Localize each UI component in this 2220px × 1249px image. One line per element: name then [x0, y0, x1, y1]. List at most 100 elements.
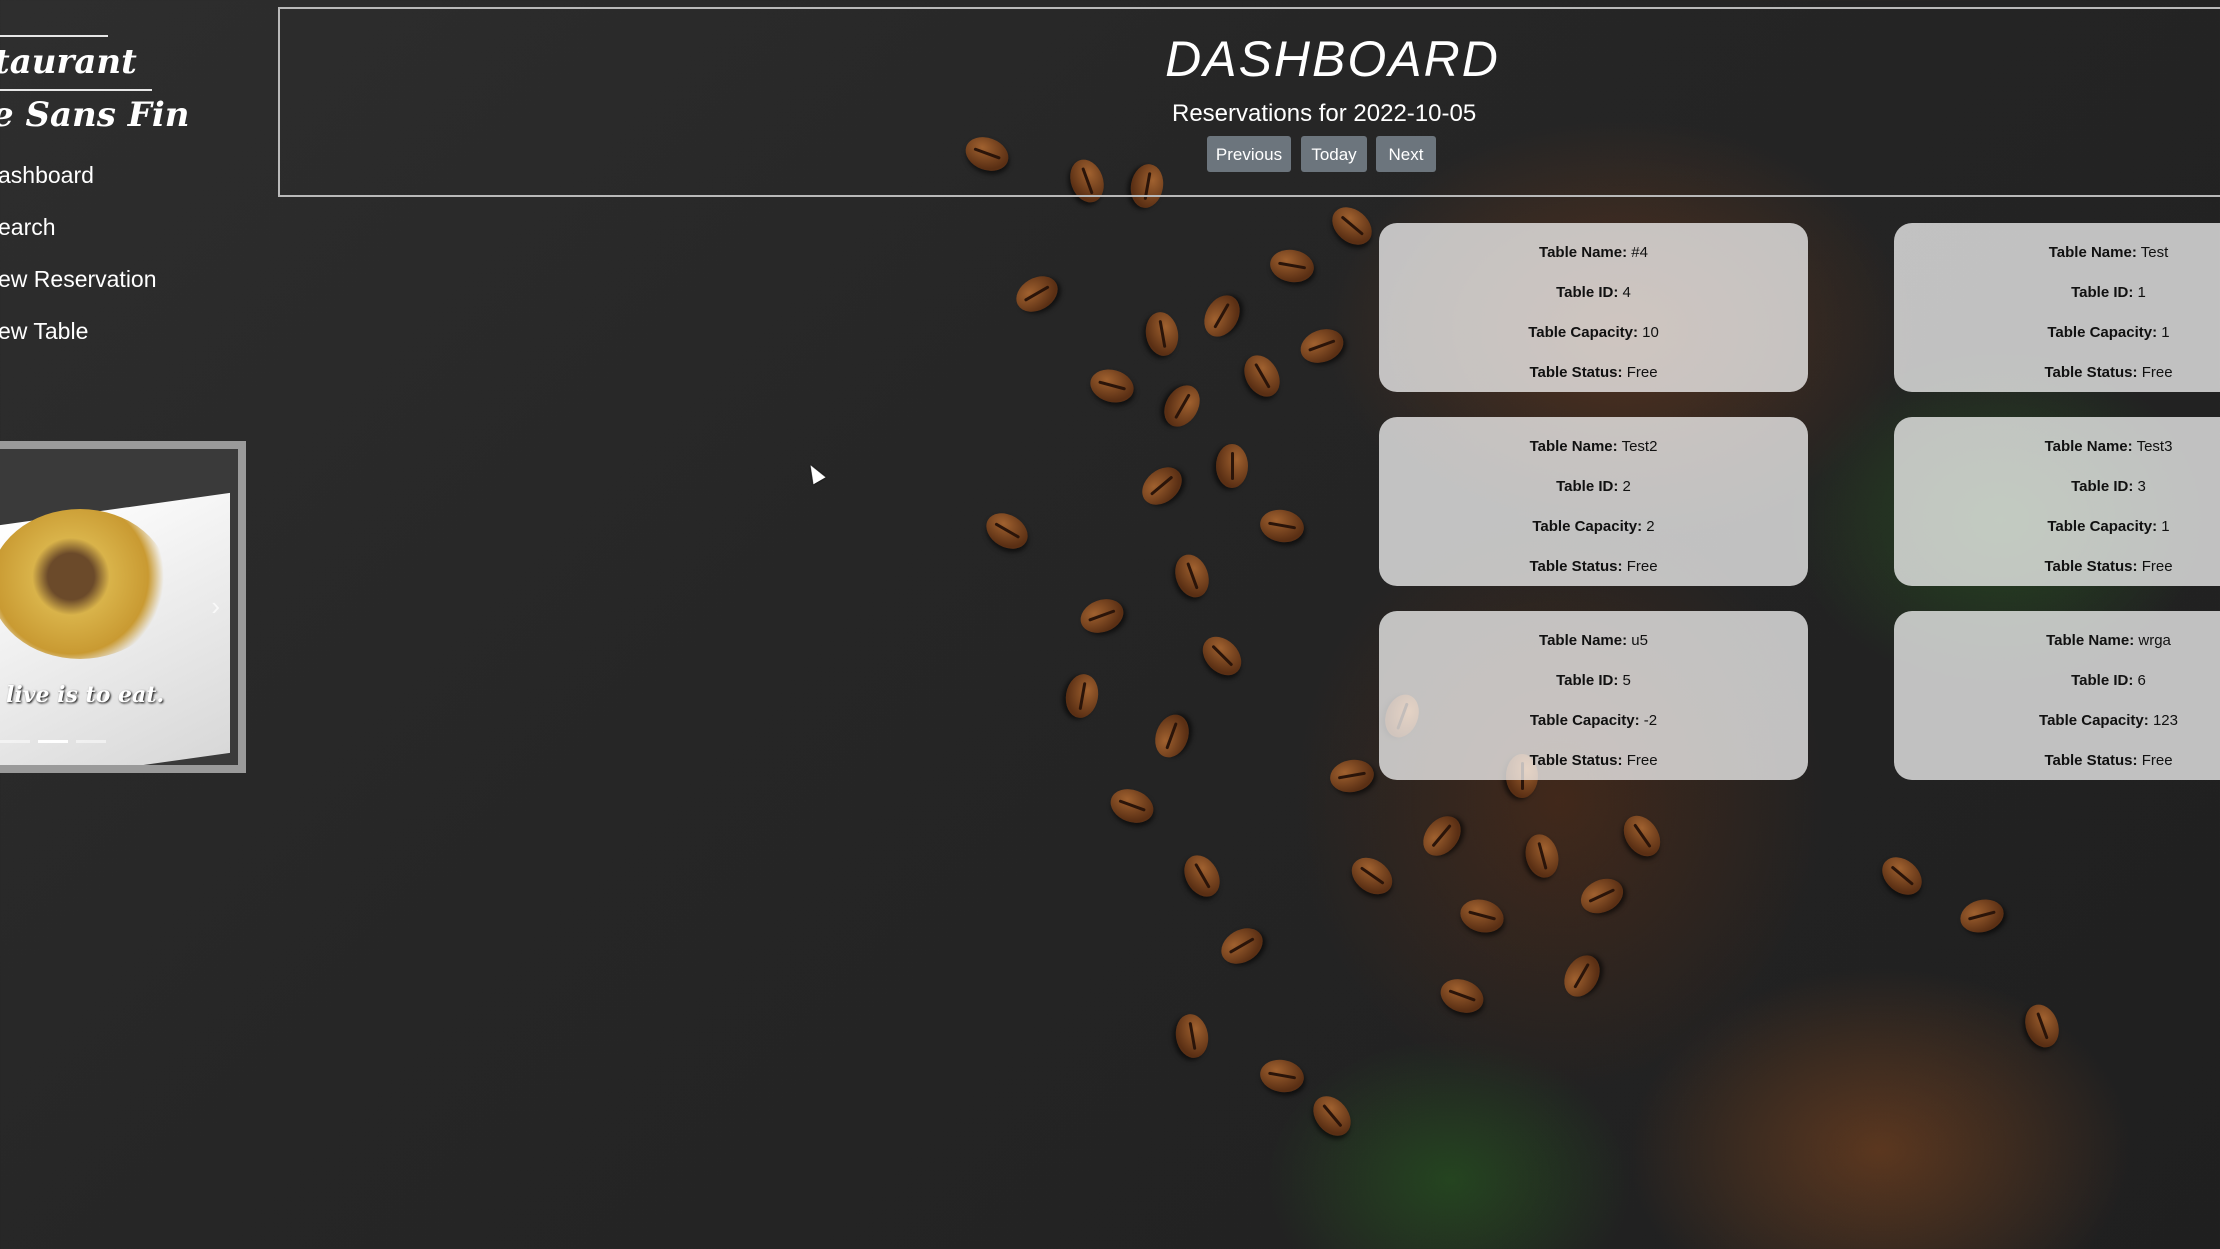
table-capacity-row: Table Capacity: -2	[1379, 701, 1808, 741]
table-status-value: Free	[2141, 364, 2173, 381]
table-name-row: Table Name: u5	[1379, 621, 1808, 661]
table-name-label: Table Name:	[2044, 438, 2133, 455]
table-name-value: Test2	[1621, 438, 1658, 455]
table-id-row: Table ID: 5	[1379, 661, 1808, 701]
table-capacity-label: Table Capacity:	[1528, 324, 1638, 341]
table-status-row: Table Status: Free	[1379, 353, 1808, 393]
table-capacity-value: 10	[1642, 324, 1659, 341]
table-name-label: Table Name:	[1539, 632, 1628, 649]
brand-divider-middle	[0, 89, 152, 91]
table-capacity-value: 123	[2152, 712, 2178, 729]
table-id-value: 5	[1622, 672, 1631, 689]
table-status-label: Table Status:	[2044, 752, 2138, 769]
table-status-label: Table Status:	[2044, 364, 2138, 381]
table-capacity-label: Table Capacity:	[1532, 518, 1643, 535]
table-status-value: Free	[1626, 558, 1658, 575]
table-status-value: Free	[1626, 364, 1658, 381]
table-id-row: Table ID: 3	[1894, 467, 2220, 507]
table-card: Table Name: Test2 Table ID: 2 Table Capa…	[1379, 417, 1808, 586]
table-capacity-label: Table Capacity:	[1529, 712, 1640, 729]
table-status-value: Free	[2141, 752, 2173, 769]
table-capacity-row: Table Capacity: 1	[1894, 313, 2220, 353]
table-capacity-row: Table Capacity: 123	[1894, 701, 2220, 741]
table-name-value: #4	[1631, 244, 1648, 261]
table-capacity-row: Table Capacity: 2	[1379, 507, 1808, 547]
carousel-slide-image: live is to eat. ›	[0, 449, 238, 765]
table-status-value: Free	[1626, 752, 1658, 769]
table-status-row: Table Status: Free	[1894, 741, 2220, 781]
table-card: Table Name: #4 Table ID: 4 Table Capacit…	[1379, 223, 1808, 392]
table-id-value: 6	[2137, 672, 2146, 689]
table-id-row: Table ID: 1	[1894, 273, 2220, 313]
table-capacity-label: Table Capacity:	[2039, 712, 2149, 729]
table-name-row: Table Name: Test2	[1379, 427, 1808, 467]
table-id-label: Table ID:	[1556, 284, 1619, 301]
table-status-label: Table Status:	[2044, 558, 2138, 575]
table-id-value: 1	[2137, 284, 2146, 301]
table-capacity-label: Table Capacity:	[2047, 324, 2158, 341]
table-status-label: Table Status:	[1529, 364, 1623, 381]
table-name-row: Table Name: #4	[1379, 233, 1808, 273]
mouse-cursor-icon	[804, 461, 826, 485]
carousel-indicator-active[interactable]	[38, 740, 68, 743]
nav-link-search[interactable]: earch	[0, 214, 56, 241]
table-capacity-value: 1	[2161, 324, 2170, 341]
carousel-indicator[interactable]	[0, 740, 30, 743]
carousel-indicator[interactable]	[76, 740, 106, 743]
table-id-row: Table ID: 6	[1894, 661, 2220, 701]
table-capacity-label: Table Capacity:	[2047, 518, 2158, 535]
table-id-value: 4	[1622, 284, 1631, 301]
brand-divider-top	[0, 35, 108, 37]
table-name-label: Table Name:	[1539, 244, 1628, 261]
next-button[interactable]: Next	[1376, 136, 1436, 172]
nav-link-new-table[interactable]: ew Table	[0, 318, 88, 345]
table-status-row: Table Status: Free	[1379, 741, 1808, 781]
table-name-value: Test	[2140, 244, 2169, 261]
table-card: Table Name: Test3 Table ID: 3 Table Capa…	[1894, 417, 2220, 586]
table-name-value: wrga	[2138, 632, 2171, 649]
table-status-row: Table Status: Free	[1894, 547, 2220, 587]
table-status-label: Table Status:	[1529, 752, 1623, 769]
table-capacity-value: -2	[1643, 712, 1658, 729]
table-name-value: u5	[1631, 632, 1648, 649]
table-status-label: Table Status:	[1529, 558, 1623, 575]
previous-button[interactable]: Previous	[1207, 136, 1291, 172]
table-id-label: Table ID:	[2071, 478, 2134, 495]
table-id-label: Table ID:	[2071, 672, 2134, 689]
brand-name-line1: taurant	[0, 42, 137, 82]
table-id-value: 2	[1622, 478, 1631, 495]
table-capacity-row: Table Capacity: 10	[1379, 313, 1808, 353]
image-carousel: live is to eat. ›	[0, 441, 246, 773]
table-id-value: 3	[2137, 478, 2146, 495]
table-card: Table Name: u5 Table ID: 5 Table Capacit…	[1379, 611, 1808, 780]
table-id-label: Table ID:	[1556, 478, 1619, 495]
table-capacity-value: 1	[2161, 518, 2170, 535]
table-card: Table Name: Test Table ID: 1 Table Capac…	[1894, 223, 2220, 392]
table-id-row: Table ID: 2	[1379, 467, 1808, 507]
table-id-label: Table ID:	[1556, 672, 1619, 689]
table-name-label: Table Name:	[1529, 438, 1618, 455]
table-status-row: Table Status: Free	[1894, 353, 2220, 393]
table-name-label: Table Name:	[2046, 632, 2135, 649]
table-name-value: Test3	[2136, 438, 2173, 455]
table-capacity-value: 2	[1646, 518, 1655, 535]
brand-name-line2: e Sans Fin	[0, 95, 190, 135]
page-title: DASHBOARD	[1165, 31, 1500, 87]
today-button[interactable]: Today	[1301, 136, 1367, 172]
table-status-row: Table Status: Free	[1379, 547, 1808, 587]
nav-link-new-reservation[interactable]: ew Reservation	[0, 266, 157, 293]
carousel-indicators	[0, 740, 106, 743]
table-name-row: Table Name: Test	[1894, 233, 2220, 273]
nav-link-dashboard[interactable]: ashboard	[0, 162, 94, 189]
table-capacity-row: Table Capacity: 1	[1894, 507, 2220, 547]
table-name-row: Table Name: Test3	[1894, 427, 2220, 467]
table-name-row: Table Name: wrga	[1894, 621, 2220, 661]
table-id-row: Table ID: 4	[1379, 273, 1808, 313]
sidebar: taurant e Sans Fin ashboard earch ew Res…	[0, 0, 260, 1249]
table-status-value: Free	[2141, 558, 2173, 575]
table-id-label: Table ID:	[2071, 284, 2134, 301]
chevron-right-icon[interactable]: ›	[211, 591, 220, 622]
carousel-caption: live is to eat.	[6, 682, 165, 708]
reservations-date-subtitle: Reservations for 2022-10-05	[1172, 100, 1477, 127]
table-card: Table Name: wrga Table ID: 6 Table Capac…	[1894, 611, 2220, 780]
